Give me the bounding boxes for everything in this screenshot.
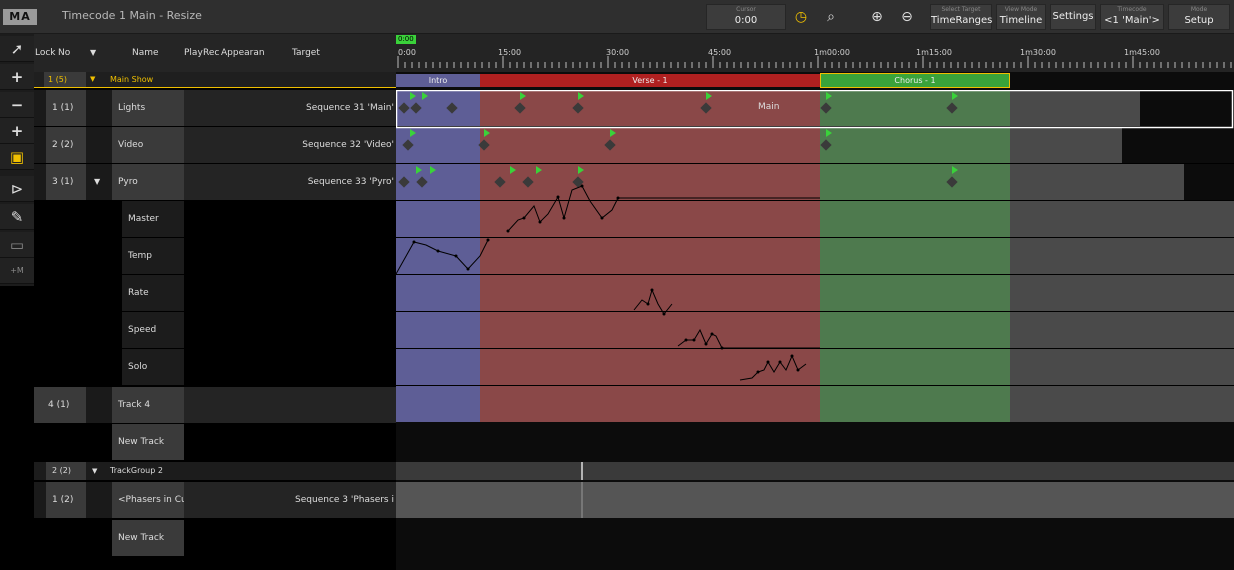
row-name: Main Show — [110, 75, 154, 84]
track-row-4[interactable]: 4 (1) Track 4 — [34, 387, 396, 423]
col-filter-icon[interactable]: ▼ — [90, 34, 96, 72]
cursor-label: Cursor — [736, 6, 756, 13]
pencil-icon[interactable]: ✎ — [0, 204, 34, 230]
window-title: Timecode 1 Main - Resize — [62, 9, 202, 22]
mode-button[interactable]: Mode Setup — [1168, 4, 1230, 30]
timecode-label: Timecode — [1117, 6, 1147, 13]
subtrack-speed[interactable]: Speed — [122, 312, 184, 348]
zoom-icon[interactable]: ⌕ — [820, 6, 842, 28]
select-target-label: Select Target — [941, 6, 981, 13]
section-chorus[interactable]: Chorus - 1 — [820, 73, 1010, 88]
play-cursor-icon[interactable]: ⊳ — [0, 176, 34, 202]
select-target-value: TimeRanges — [931, 15, 993, 26]
view-mode-value: Timeline — [999, 15, 1043, 26]
row-props — [184, 164, 294, 200]
row-target: Sequence 3 'Phasers i — [184, 482, 396, 518]
subtrack-master[interactable]: Master — [122, 201, 184, 237]
row-no: 1 (1) — [46, 90, 86, 126]
row-name: <Phasers in Cu — [112, 482, 184, 518]
title-bar: MA Timecode 1 Main - Resize Cursor 0:00 ◷… — [0, 0, 1234, 34]
row-no: 2 (2) — [46, 127, 86, 163]
col-no[interactable]: No — [58, 34, 70, 72]
column-header: Lock No ▼ Name Play Rec Appearan Target — [34, 34, 396, 72]
time-ruler[interactable]: 0:00 0:00 15:00 30:00 45:00 1m00:00 1m15… — [396, 34, 1234, 72]
track-row-pyro[interactable]: 3 (1) ▼ Pyro Sequence 33 'Pyro' — [34, 164, 396, 200]
subtrack-rate[interactable]: Rate — [122, 275, 184, 311]
col-rec[interactable]: Rec — [203, 34, 219, 72]
plus-icon[interactable]: + — [0, 118, 34, 144]
row-name: Video — [112, 127, 184, 163]
section-intro[interactable]: Intro — [396, 74, 480, 87]
mode-label: Mode — [1190, 6, 1208, 13]
col-play[interactable]: Play — [184, 34, 203, 72]
row-no: 1 (2) — [46, 482, 86, 518]
row-name: TrackGroup 2 — [110, 466, 163, 475]
row-props — [184, 127, 294, 163]
col-target[interactable]: Target — [292, 34, 320, 72]
zoom-out-icon[interactable]: ⊖ — [896, 6, 918, 28]
subtrack-temp[interactable]: Temp — [122, 238, 184, 274]
row-name: Track 4 — [112, 387, 184, 423]
eraser-icon[interactable]: ▭ — [0, 232, 34, 258]
timeline-lanes — [396, 90, 1234, 518]
track-row-video[interactable]: 2 (2) Video Sequence 32 'Video' — [34, 127, 396, 163]
track-row-phasers[interactable]: 1 (2) <Phasers in Cu Sequence 3 'Phasers… — [34, 482, 396, 518]
collapse-icon[interactable]: ▼ — [90, 72, 95, 87]
tool-strip: ➚ + − + ▣ ⊳ ✎ ▭ +M — [0, 34, 34, 286]
lights-track-label: Main — [758, 102, 780, 112]
row-target: Sequence 31 'Main' — [294, 90, 396, 126]
track-row-lights[interactable]: 1 (1) Lights Sequence 31 'Main' — [34, 90, 396, 126]
view-mode-label: View Mode — [1004, 6, 1038, 13]
row-props — [184, 90, 294, 126]
row-no: 2 (2) — [46, 462, 86, 480]
row-props — [184, 387, 396, 423]
row-no: 3 (1) — [46, 164, 86, 200]
cursor-button[interactable]: Cursor 0:00 — [706, 4, 786, 30]
row-name: Lights — [112, 90, 184, 126]
collapse-icon[interactable]: ▼ — [92, 462, 97, 480]
timecode-select-button[interactable]: Timecode <1 'Main'> — [1100, 4, 1164, 30]
cursor-value: 0:00 — [734, 15, 758, 26]
row-no: 4 (1) — [34, 387, 86, 423]
view-mode-button[interactable]: View Mode Timeline — [996, 4, 1046, 30]
section-verse[interactable]: Verse - 1 — [480, 74, 820, 87]
current-time: 0:00 — [396, 35, 416, 44]
subtrack-solo[interactable]: Solo — [122, 349, 184, 385]
grid-select-icon[interactable]: ▣ — [0, 144, 34, 170]
track-group-row[interactable]: 1 (5) ▼ Main Show — [34, 72, 396, 88]
ma-logo: MA — [3, 9, 37, 25]
new-track-button[interactable]: New Track — [112, 424, 184, 460]
col-name[interactable]: Name — [132, 34, 159, 72]
plus-icon[interactable]: + — [0, 64, 34, 90]
mode-value: Setup — [1184, 15, 1214, 26]
timecode-value: <1 'Main'> — [1104, 15, 1160, 26]
select-target-button[interactable]: Select Target TimeRanges — [930, 4, 992, 30]
marker-add-button[interactable]: +M — [0, 258, 34, 284]
collapse-icon[interactable]: ▼ — [94, 164, 100, 200]
new-track-button[interactable]: New Track — [112, 520, 184, 556]
zoom-in-icon[interactable]: ⊕ — [866, 6, 888, 28]
row-target: Sequence 32 'Video' — [294, 127, 396, 163]
row-no: 1 (5) — [44, 72, 86, 87]
row-name: Pyro — [112, 164, 184, 200]
settings-button[interactable]: Settings — [1050, 4, 1096, 30]
row-target: Sequence 33 'Pyro' — [294, 164, 396, 200]
minus-icon[interactable]: − — [0, 92, 34, 118]
col-appearance[interactable]: Appearan — [221, 34, 265, 72]
stopwatch-icon[interactable]: ◷ — [790, 6, 812, 28]
ruler-tick-marks — [397, 56, 1232, 68]
timeline-area[interactable]: Intro Verse - 1 Chorus - 1 Main — [396, 72, 1234, 570]
arrow-select-icon[interactable]: ➚ — [0, 36, 34, 62]
track-group-row-2[interactable]: 2 (2) ▼ TrackGroup 2 — [34, 462, 396, 480]
col-lock[interactable]: Lock — [35, 34, 56, 72]
track-list: 1 (5) ▼ Main Show 1 (1) Lights Sequence … — [34, 72, 396, 570]
